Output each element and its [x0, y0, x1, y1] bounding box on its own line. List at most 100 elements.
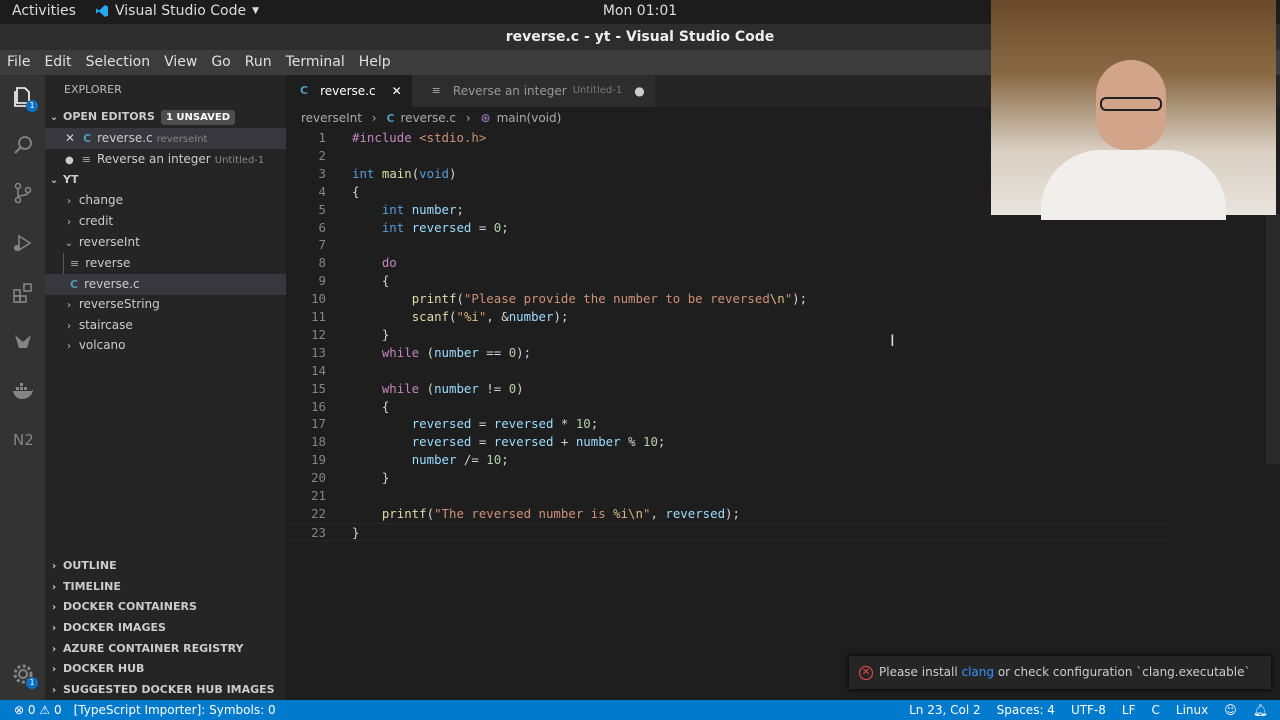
unsaved-dot-icon[interactable]: ● [634, 75, 644, 107]
code-line[interactable]: 21 [286, 487, 1166, 505]
code-line[interactable]: 17 reversed = reversed * 10; [286, 415, 1166, 433]
end-of-line[interactable]: LF [1122, 700, 1136, 720]
breadcrumb-symbol[interactable]: main(void) [497, 111, 562, 125]
breadcrumb-folder[interactable]: reverseInt [301, 111, 362, 125]
docker-icon[interactable] [11, 379, 35, 403]
tab-reverse-integer[interactable]: ≡ Reverse an integer Untitled-1 ● [411, 75, 655, 107]
code-line[interactable]: 15 while (number != 0) [286, 380, 1166, 398]
close-icon[interactable]: ✕ [392, 75, 402, 107]
chevron-right-icon: › [67, 217, 71, 228]
code-line[interactable]: 8 do [286, 254, 1166, 272]
editor-scrollbar[interactable] [1266, 214, 1280, 464]
docker-containers-section[interactable]: › DOCKER CONTAINERS [45, 596, 286, 617]
file-label: reverse.c [84, 277, 140, 291]
code-line[interactable]: 11 scanf("%i", &number); [286, 308, 1166, 326]
encoding[interactable]: UTF-8 [1071, 700, 1106, 720]
line-number: 12 [311, 326, 326, 342]
line-number: 20 [311, 470, 326, 486]
tab-hint: Untitled-1 [572, 85, 623, 96]
code-line[interactable]: 7 [286, 236, 1166, 254]
menu-selection[interactable]: Selection [79, 50, 158, 75]
explorer-icon[interactable]: 1 [11, 85, 38, 112]
workspace-label: YT [63, 173, 79, 186]
menu-help[interactable]: Help [352, 50, 398, 75]
extensions-icon[interactable] [11, 281, 35, 305]
folder-reverseint[interactable]: ⌄ reverseInt [45, 232, 286, 253]
code-line[interactable]: 13 while (number == 0); [286, 344, 1166, 362]
notifications-bell-icon[interactable]: 🔔︎ [1253, 700, 1268, 720]
cursor-position[interactable]: Ln 23, Col 2 [909, 700, 981, 720]
line-number: 9 [318, 273, 326, 289]
code-text: } [352, 524, 360, 540]
docker-hub-section[interactable]: › DOCKER HUB [45, 658, 286, 679]
tab-reverse-c[interactable]: C reverse.c ✕ [286, 75, 412, 107]
code-text: { [352, 183, 360, 199]
source-control-icon[interactable] [11, 181, 35, 205]
folder-change[interactable]: › change [45, 190, 286, 211]
menu-terminal[interactable]: Terminal [279, 50, 352, 75]
n2-extension-icon[interactable]: N2 [11, 427, 35, 451]
code-line[interactable]: 6 int reversed = 0; [286, 219, 1166, 237]
azure-container-registry-section[interactable]: › AZURE CONTAINER REGISTRY [45, 638, 286, 659]
code-text: scanf("%i", &number); [411, 309, 569, 324]
folder-staircase[interactable]: › staircase [45, 315, 286, 336]
code-line[interactable]: 16 { [286, 398, 1166, 416]
code-text: } [352, 326, 390, 342]
folder-label: credit [78, 214, 114, 228]
file-reverse[interactable]: ≡ reverse [45, 253, 286, 274]
menu-view[interactable]: View [157, 50, 204, 75]
azure-functions-icon[interactable] [11, 330, 35, 354]
suggested-docker-hub-images-section[interactable]: › SUGGESTED DOCKER HUB IMAGES [45, 679, 286, 700]
menu-file[interactable]: File [0, 50, 37, 75]
code-text: #include <stdio.h> [352, 130, 487, 145]
code-line[interactable]: 19 number /= 10; [286, 451, 1166, 469]
language-mode[interactable]: C [1152, 700, 1160, 720]
line-number: 16 [311, 398, 326, 414]
file-reverse-c[interactable]: Creverse.c [45, 274, 286, 295]
chevron-right-icon: › [51, 685, 57, 696]
code-line[interactable]: 12 } [286, 326, 1166, 344]
menu-go[interactable]: Go [204, 50, 237, 75]
timeline-section[interactable]: › TIMELINE [45, 576, 286, 597]
code-line[interactable]: 23} [286, 522, 1166, 541]
code-line[interactable]: 22 printf("The reversed number is %i\n",… [286, 505, 1166, 523]
clang-link[interactable]: clang [962, 665, 995, 679]
section-label: OUTLINE [63, 559, 117, 572]
code-line[interactable]: 9 { [286, 272, 1166, 290]
code-line[interactable]: 14 [286, 362, 1166, 380]
folder-label: staircase [78, 318, 133, 332]
line-number: 11 [311, 309, 326, 324]
outline-section[interactable]: › OUTLINE [45, 555, 286, 576]
close-icon[interactable]: ✕ [65, 131, 75, 145]
code-text: do [381, 255, 397, 271]
chevron-right-icon: › [51, 561, 57, 572]
settings-gear-icon[interactable]: 1 [11, 662, 38, 689]
indentation[interactable]: Spaces: 4 [997, 700, 1055, 720]
code-text: reversed = reversed * 10; [411, 416, 599, 432]
open-editor-reverse-integer[interactable]: ● ≡ Reverse an integer Untitled-1 [45, 149, 286, 170]
code-line[interactable]: 18 reversed = reversed + number % 10; [286, 433, 1166, 451]
docker-images-section[interactable]: › DOCKER IMAGES [45, 617, 286, 638]
text-cursor-icon: I [890, 331, 895, 350]
problems-indicator[interactable]: ⊗ 0 ⚠ 0 [14, 700, 62, 720]
folder-reversestring[interactable]: › reverseString [45, 294, 286, 315]
menu-edit[interactable]: Edit [37, 50, 78, 75]
code-line[interactable]: 20 } [286, 469, 1166, 487]
chevron-right-icon: › [51, 623, 57, 634]
search-icon[interactable] [11, 133, 35, 157]
menu-run[interactable]: Run [238, 50, 279, 75]
breadcrumb-file[interactable]: reverse.c [401, 111, 457, 125]
run-debug-icon[interactable] [11, 231, 35, 255]
folder-credit[interactable]: › credit [45, 211, 286, 232]
platform[interactable]: Linux [1176, 700, 1208, 720]
open-editor-reverse-c[interactable]: ✕ Creverse.c reverseInt [45, 128, 286, 149]
code-line[interactable]: 10 printf("Please provide the number to … [286, 290, 1166, 308]
typescript-importer-status[interactable]: [TypeScript Importer]: Symbols: 0 [74, 700, 276, 720]
feedback-icon[interactable]: ☺ [1224, 700, 1237, 720]
open-editors-header[interactable]: ⌄ OPEN EDITORS 1 UNSAVED [45, 106, 286, 127]
folder-volcano[interactable]: › volcano [45, 335, 286, 356]
settings-badge: 1 [26, 677, 38, 689]
workspace-header[interactable]: ⌄ YT [45, 169, 286, 190]
c-file-icon: C [300, 84, 309, 97]
clang-notification[interactable]: ✕ Please install clang or check configura… [849, 656, 1271, 689]
